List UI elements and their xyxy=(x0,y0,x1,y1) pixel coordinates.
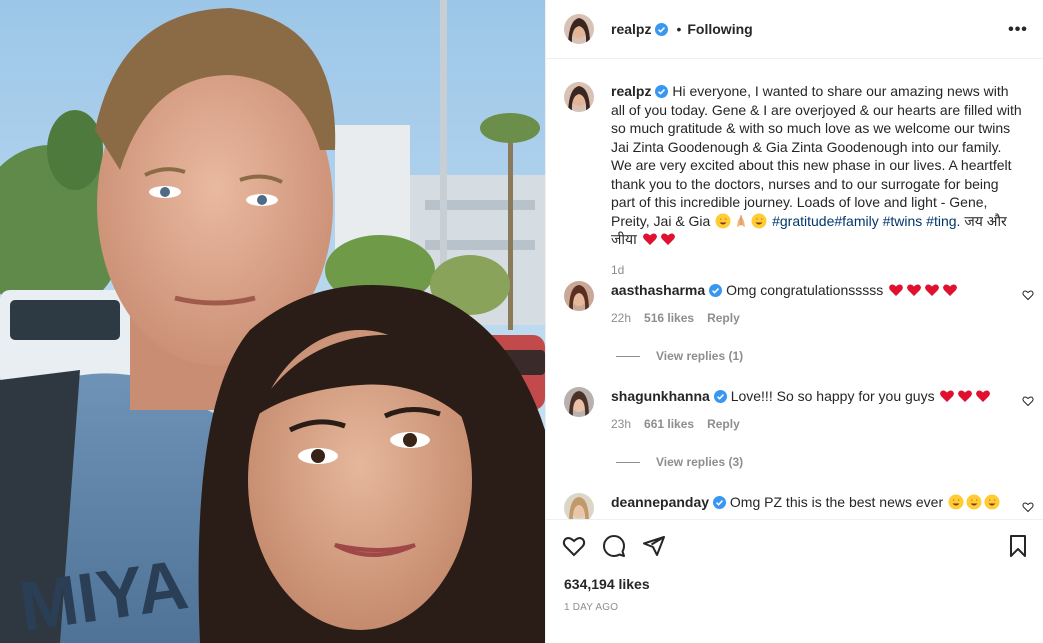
commenter-avatar[interactable] xyxy=(564,493,594,519)
like-comment-heart-icon[interactable] xyxy=(1022,501,1034,513)
reply-button[interactable]: Reply xyxy=(707,415,740,433)
view-replies-button[interactable]: View replies (3) xyxy=(616,455,743,469)
view-replies-label: View replies (3) xyxy=(656,455,744,469)
comment-item: shagunkhanna Love!!! So so happy for you… xyxy=(564,387,1034,433)
comment-item: aasthasharma Omg congratulationsssss 22h… xyxy=(564,281,1034,327)
selfie-image: MIYA xyxy=(0,0,545,643)
separator-dot: • xyxy=(676,21,682,37)
star-struck-emoji-icon xyxy=(948,494,964,510)
comment-text: Omg PZ this is the best news ever xyxy=(729,494,944,510)
caption-text: realpz Hi everyone, I wanted to share ou… xyxy=(611,82,1026,279)
post-panel: realpz • Following ••• realpz Hi everyon… xyxy=(545,0,1043,643)
commenter-avatar[interactable] xyxy=(564,387,594,417)
red-heart-emoji-icon xyxy=(642,233,657,245)
red-heart-emoji-icon xyxy=(889,284,904,296)
red-heart-emoji-icon xyxy=(660,233,675,245)
like-heart-icon[interactable] xyxy=(562,534,586,558)
comment-body: deannepanday Omg PZ this is the best new… xyxy=(611,493,1006,519)
comment-text: Omg congratulationsssss xyxy=(726,282,884,298)
more-options-icon[interactable]: ••• xyxy=(1008,20,1028,40)
caption-hashtags[interactable]: #gratitude#family #twins #ting. xyxy=(772,213,960,229)
comment-body: aasthasharma Omg congratulationsssss 22h… xyxy=(611,281,1006,327)
comment-item: deannepanday Omg PZ this is the best new… xyxy=(564,493,1034,519)
comment-likes[interactable]: 661 likes xyxy=(644,415,694,433)
red-heart-emoji-icon xyxy=(943,284,958,296)
commenter-avatar[interactable] xyxy=(564,281,594,311)
comment-body: shagunkhanna Love!!! So so happy for you… xyxy=(611,387,1006,433)
folded-hands-emoji-icon xyxy=(737,214,746,227)
caption-body-text: Hi everyone, I wanted to share our amazi… xyxy=(611,83,1022,229)
star-struck-emoji-icon xyxy=(966,494,982,510)
post-actions: 634,194 likes 1 DAY AGO xyxy=(546,519,1043,643)
comment-text: Love!!! So so happy for you guys xyxy=(730,388,935,404)
caption-avatar[interactable] xyxy=(564,82,594,112)
reply-button[interactable]: Reply xyxy=(707,309,740,327)
view-replies-label: View replies (1) xyxy=(656,349,744,363)
author-username[interactable]: realpz xyxy=(611,21,651,37)
likes-count[interactable]: 634,194 likes xyxy=(564,576,650,592)
save-bookmark-icon[interactable] xyxy=(1006,534,1030,558)
star-struck-emoji-icon xyxy=(984,494,1000,510)
star-struck-emoji-icon xyxy=(751,213,767,228)
red-heart-emoji-icon xyxy=(940,390,955,402)
action-icons xyxy=(562,534,666,558)
red-heart-emoji-icon xyxy=(976,390,991,402)
post-caption: realpz Hi everyone, I wanted to share ou… xyxy=(564,82,1034,279)
like-comment-heart-icon[interactable] xyxy=(1022,289,1034,301)
red-heart-emoji-icon xyxy=(925,284,940,296)
post-photo[interactable]: MIYA xyxy=(0,0,545,643)
verified-badge-icon xyxy=(713,390,727,403)
comment-bubble-icon[interactable] xyxy=(602,534,626,558)
like-comment-heart-icon[interactable] xyxy=(1022,395,1034,407)
comments-section[interactable]: realpz Hi everyone, I wanted to share ou… xyxy=(546,60,1043,519)
replies-divider xyxy=(616,355,640,357)
commenter-username[interactable]: deannepanday xyxy=(611,494,709,510)
post-header: realpz • Following ••• xyxy=(546,0,1043,59)
commenter-username[interactable]: aasthasharma xyxy=(611,282,705,298)
verified-badge-icon xyxy=(655,22,669,36)
share-send-icon[interactable] xyxy=(642,534,666,558)
red-heart-emoji-icon xyxy=(958,390,973,402)
comment-time[interactable]: 22h xyxy=(611,309,631,327)
commenter-username[interactable]: shagunkhanna xyxy=(611,388,710,404)
posted-time[interactable]: 1 DAY AGO xyxy=(564,602,618,613)
star-struck-emoji-icon xyxy=(715,213,731,228)
author-avatar[interactable] xyxy=(564,14,594,44)
comment-time[interactable]: 23h xyxy=(611,415,631,433)
caption-username[interactable]: realpz xyxy=(611,83,651,99)
verified-badge-icon xyxy=(655,85,669,98)
view-replies-button[interactable]: View replies (1) xyxy=(616,349,743,363)
red-heart-emoji-icon xyxy=(907,284,922,296)
comment-likes[interactable]: 516 likes xyxy=(644,309,694,327)
caption-time[interactable]: 1d xyxy=(611,261,1026,280)
replies-divider xyxy=(616,461,640,463)
verified-badge-icon xyxy=(709,284,723,297)
verified-badge-icon xyxy=(713,496,727,509)
follow-status-button[interactable]: Following xyxy=(687,21,752,37)
